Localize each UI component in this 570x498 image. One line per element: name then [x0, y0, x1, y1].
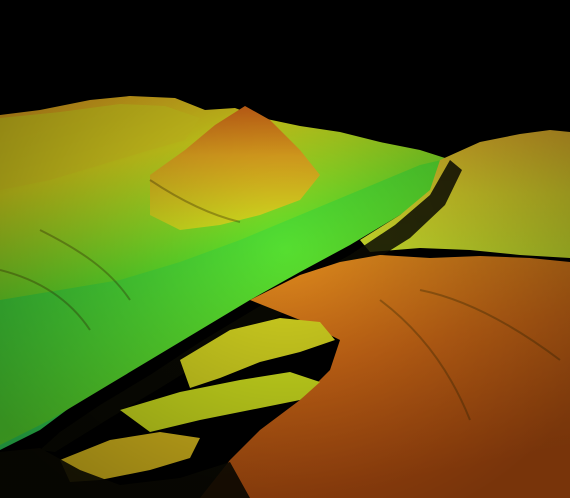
vignette: [0, 0, 570, 498]
terrain-render: [0, 0, 570, 498]
